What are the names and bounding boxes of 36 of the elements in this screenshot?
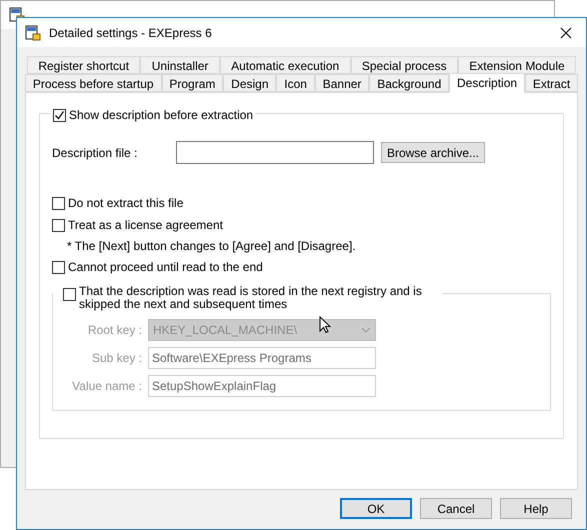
checkbox-label: Cannot proceed until read to the end	[68, 259, 263, 276]
dialog-button[interactable]: Cancel	[420, 498, 492, 519]
note-text: * The [Next] button changes to [Agree] and [Disagree].	[67, 238, 357, 255]
window-title: Detailed settings - EXEpress 6	[49, 24, 213, 42]
chevron-down-icon	[361, 327, 371, 333]
dialog-button[interactable]: OK	[340, 498, 412, 519]
field-label: Value name :	[71, 378, 143, 395]
field-label: Description file :	[52, 144, 138, 162]
browse-button[interactable]: Browse archive...	[381, 142, 485, 163]
tab[interactable]: Background	[369, 74, 450, 92]
checkbox[interactable]	[52, 196, 65, 210]
tab[interactable]: Register shortcut	[27, 56, 140, 74]
checkbox[interactable]	[52, 218, 65, 232]
tab[interactable]: Extract	[524, 74, 578, 92]
field-label: Root key :	[86, 322, 143, 339]
tab[interactable]: Special process	[350, 56, 458, 74]
dialog-button[interactable]: Help	[500, 498, 572, 519]
tab[interactable]: Extension Module	[458, 56, 576, 74]
field-label: Sub key :	[90, 350, 143, 367]
tab[interactable]: Icon	[276, 74, 315, 92]
tab[interactable]: Process before startup	[25, 74, 162, 92]
checkbox[interactable]	[52, 260, 65, 274]
checkbox-label: Show description before extraction	[69, 107, 254, 124]
tab[interactable]: Banner	[314, 74, 370, 92]
input-field[interactable]	[176, 141, 374, 164]
checkbox[interactable]	[53, 108, 66, 122]
checkbox-label: Treat as a license agreement	[68, 217, 223, 234]
tab[interactable]: Design	[223, 74, 276, 92]
tab[interactable]: Description	[449, 73, 525, 93]
tab[interactable]: Program	[162, 74, 224, 92]
pointer-icon	[319, 316, 331, 334]
tab[interactable]: Automatic execution	[220, 56, 351, 74]
app-icon	[25, 24, 41, 40]
tab[interactable]: Uninstaller	[140, 56, 220, 74]
checkbox-label: That the description was read is stored in the next registry and is skipped the next and subsequent times	[79, 285, 423, 311]
checkbox-label: Do not extract this file	[68, 195, 184, 212]
